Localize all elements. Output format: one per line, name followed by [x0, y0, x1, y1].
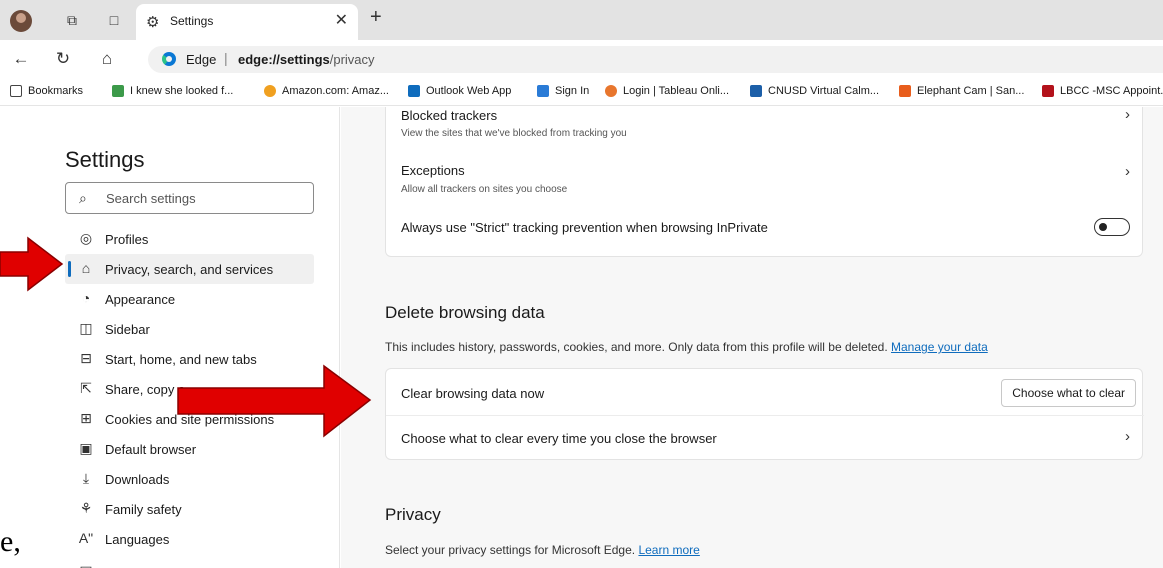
signin-icon	[537, 85, 549, 97]
workspaces-icon[interactable]: ⧉	[62, 10, 82, 30]
refresh-button[interactable]: ↻	[52, 48, 74, 70]
clear-on-close-label: Choose what to clear every time you clos…	[401, 431, 717, 446]
delete-data-card: Clear browsing data now Choose what to c…	[385, 368, 1144, 461]
elephant-cam-icon	[899, 85, 911, 97]
red-arrow-annotation	[177, 364, 372, 438]
gear-icon: ⚙	[146, 14, 160, 31]
sidebar-item-downloads[interactable]: ⤓ Downloads	[65, 464, 314, 494]
strict-inprivate-row: Always use "Strict" tracking prevention …	[386, 200, 1144, 258]
address-label: Edge	[186, 52, 217, 67]
cookies-icon: ⊞	[80, 410, 92, 426]
address-separator: |	[224, 50, 228, 66]
browser-icon: ▣	[79, 440, 93, 456]
learn-more-link[interactable]: Learn more	[638, 543, 699, 557]
lock-icon: ⌂	[81, 260, 91, 276]
share-icon: ⇱	[80, 380, 92, 396]
appearance-icon: ◔	[81, 290, 91, 306]
family-icon: ⚘	[79, 500, 93, 516]
clear-now-row: Clear browsing data now Choose what to c…	[386, 369, 1144, 415]
exceptions-row[interactable]: Exceptions Allow all trackers on sites y…	[386, 150, 1144, 200]
amazon-icon	[264, 85, 276, 97]
profile-icon: ◎	[79, 230, 93, 246]
sidebar-item-sidebar[interactable]: ◫ Sidebar	[65, 314, 314, 344]
home-button[interactable]: ⌂	[96, 48, 118, 70]
settings-content: Blocked trackers View the sites that we'…	[341, 107, 1163, 568]
search-box[interactable]: ⌕	[65, 182, 314, 214]
strict-inprivate-toggle[interactable]	[1094, 218, 1130, 236]
tab-actions-icon[interactable]: □	[104, 10, 124, 30]
bookmark-item[interactable]: CNUSD Virtual Calm...	[750, 85, 879, 97]
tab-strip: ⧉ □ ⚙ Settings ✕ +	[0, 0, 1163, 40]
tracking-card: Blocked trackers View the sites that we'…	[385, 107, 1143, 257]
sidebar-item-privacy[interactable]: ⌂ Privacy, search, and services	[65, 254, 314, 284]
blocked-trackers-row[interactable]: Blocked trackers View the sites that we'…	[386, 107, 1144, 150]
bookmark-item[interactable]: I knew she looked f...	[112, 85, 233, 97]
delete-browsing-data-desc: This includes history, passwords, cookie…	[385, 340, 988, 354]
sidebar-item-languages[interactable]: Aʺ Languages	[65, 524, 314, 554]
bookmark-item[interactable]: Login | Tableau Onli...	[605, 85, 729, 97]
clear-on-close-row[interactable]: Choose what to clear every time you clos…	[386, 416, 1144, 461]
privacy-heading: Privacy	[385, 505, 441, 524]
close-tab-icon[interactable]: ✕	[335, 10, 348, 30]
languages-icon: Aʺ	[78, 530, 94, 546]
bookmark-item[interactable]: Outlook Web App	[408, 85, 511, 97]
search-icon: ⌕	[79, 190, 87, 206]
sidebar-icon: ◫	[79, 320, 93, 336]
site-favicon	[112, 85, 124, 97]
bookmarks-folder[interactable]: Bookmarks	[10, 85, 83, 97]
delete-browsing-data-heading: Delete browsing data	[385, 303, 545, 322]
sidebar-item-profiles[interactable]: ◎ Profiles	[65, 224, 314, 254]
sidebar-item-family-safety[interactable]: ⚘ Family safety	[65, 494, 314, 524]
download-icon: ⤓	[82, 470, 90, 486]
bookmark-item[interactable]: Amazon.com: Amaz...	[264, 85, 389, 97]
settings-sidebar: Settings ⌕ ◎ Profiles ⌂ Privacy, search,…	[0, 107, 340, 568]
bookmarks-bar: Bookmarks I knew she looked f... Amazon.…	[0, 78, 1163, 106]
outlook-icon	[408, 85, 420, 97]
profile-avatar[interactable]	[10, 10, 32, 32]
stray-annotation-text: e,	[0, 525, 21, 558]
address-url: edge://settings/privacy	[238, 52, 375, 67]
new-tab-button[interactable]: +	[370, 6, 382, 29]
chevron-right-icon: ›	[1125, 107, 1130, 123]
calendar-icon	[750, 85, 762, 97]
tab-settings[interactable]: ⚙ Settings ✕	[136, 4, 358, 40]
exceptions-title: Exceptions	[401, 163, 465, 178]
address-bar[interactable]: Edge | edge://settings/privacy	[148, 46, 1163, 73]
page-title: Settings	[65, 147, 145, 172]
strict-inprivate-label: Always use "Strict" tracking prevention …	[401, 220, 768, 235]
blocked-trackers-title: Blocked trackers	[401, 108, 498, 123]
bookmarks-folder-icon	[10, 85, 22, 97]
lbcc-icon	[1042, 85, 1054, 97]
home-tabs-icon: ⊟	[80, 350, 92, 366]
sidebar-item-default-browser[interactable]: ▣ Default browser	[65, 434, 314, 464]
tableau-icon	[605, 85, 617, 97]
choose-what-to-clear-button[interactable]: Choose what to clear	[1001, 379, 1136, 407]
back-button[interactable]: ←	[10, 48, 32, 70]
chevron-right-icon: ›	[1125, 163, 1130, 180]
search-input[interactable]	[106, 189, 306, 207]
edge-logo-icon	[162, 52, 176, 66]
toolbar: ← ↻ ⌂ Edge | edge://settings/privacy	[0, 40, 1163, 78]
clear-now-label: Clear browsing data now	[401, 386, 545, 401]
exceptions-desc: Allow all trackers on sites you choose	[401, 184, 568, 195]
printer-icon: ▭	[79, 560, 93, 568]
bookmark-item[interactable]: Sign In	[537, 85, 589, 97]
sidebar-item-next[interactable]: ▭	[65, 554, 314, 568]
sidebar-item-appearance[interactable]: ◔ Appearance	[65, 284, 314, 314]
manage-your-data-link[interactable]: Manage your data	[891, 340, 988, 354]
bookmark-item[interactable]: Elephant Cam | San...	[899, 85, 1024, 97]
active-indicator	[68, 261, 71, 277]
chevron-right-icon: ›	[1125, 428, 1130, 445]
red-arrow-annotation	[0, 236, 64, 292]
tab-title: Settings	[170, 14, 214, 28]
privacy-desc: Select your privacy settings for Microso…	[385, 543, 700, 557]
blocked-trackers-desc: View the sites that we've blocked from t…	[401, 128, 627, 139]
bookmark-item[interactable]: LBCC -MSC Appoint...	[1042, 85, 1163, 97]
